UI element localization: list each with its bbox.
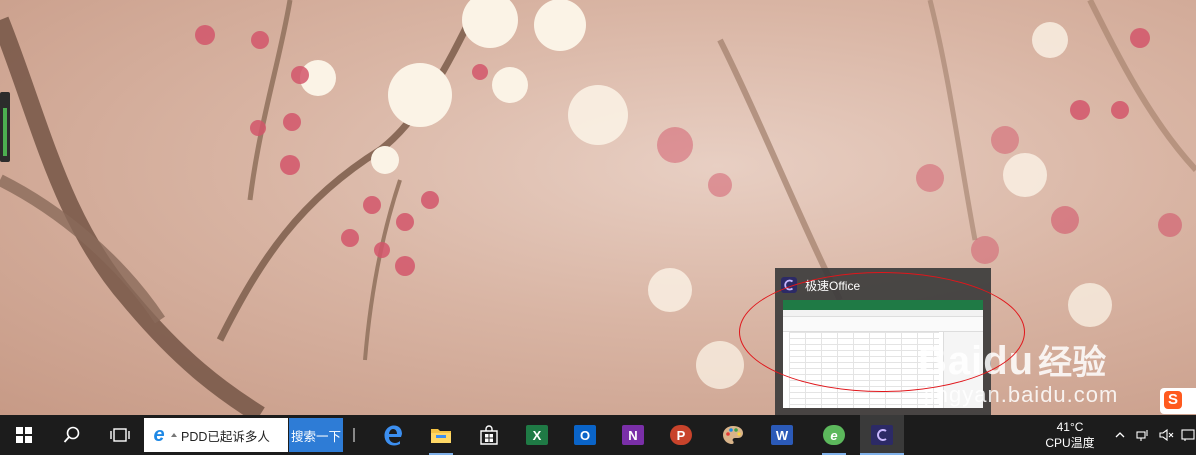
taskbar-separator xyxy=(353,428,355,442)
volume-muted-icon xyxy=(1159,428,1174,442)
outlook-icon: O xyxy=(574,425,596,445)
taskbar-app-store[interactable] xyxy=(467,415,511,455)
taskbar-app-jisu-office[interactable] xyxy=(860,415,904,455)
cpu-temperature[interactable]: 41°C CPU温度 xyxy=(1036,419,1104,451)
powerpoint-icon: P xyxy=(670,425,692,445)
start-button[interactable] xyxy=(0,415,48,455)
search-go-button[interactable]: 搜索一下 xyxy=(289,418,343,452)
taskbar-app-powerpoint[interactable]: P xyxy=(659,415,703,455)
network-icon xyxy=(1136,430,1148,441)
windows-icon xyxy=(16,427,32,443)
action-center-button[interactable] xyxy=(1180,415,1196,455)
search-bar-text[interactable]: PDD已起诉多人 xyxy=(181,426,270,445)
taskbar-app-paint[interactable] xyxy=(711,415,755,455)
onenote-icon: N xyxy=(622,425,644,445)
watermark-brand-cn: 经验 xyxy=(1038,344,1107,382)
word-icon: W xyxy=(771,425,793,445)
taskbar-app-onenote[interactable]: N xyxy=(611,415,655,455)
task-view-icon xyxy=(110,428,130,442)
excel-icon: X xyxy=(526,425,548,445)
notification-icon xyxy=(1181,429,1195,441)
task-view-button[interactable] xyxy=(96,415,144,455)
taskbar-app-browser-360[interactable]: e xyxy=(812,415,856,455)
taskbar: e PDD已起诉多人 搜索一下 X O N P W e 41°C CPU温度 xyxy=(0,415,1196,455)
annotation-ellipse-preview xyxy=(739,272,1025,392)
cpu-temperature-label: CPU温度 xyxy=(1045,436,1095,450)
taskbar-app-outlook[interactable]: O xyxy=(563,415,607,455)
browser-360-icon: e xyxy=(823,425,845,445)
taskbar-app-excel[interactable]: X xyxy=(515,415,559,455)
taskbar-app-edge[interactable] xyxy=(371,415,415,455)
edge-icon xyxy=(384,425,402,446)
jisu-office-icon xyxy=(871,425,893,445)
sogou-icon: S xyxy=(1164,391,1182,409)
ie-search-bar[interactable]: e PDD已起诉多人 xyxy=(144,418,288,452)
palette-icon xyxy=(723,426,743,444)
search-icon xyxy=(63,426,80,443)
taskbar-app-file-explorer[interactable] xyxy=(419,415,463,455)
chevron-up-icon xyxy=(1115,432,1125,438)
ie-icon: e xyxy=(153,424,165,446)
show-hidden-icons-button[interactable] xyxy=(1110,415,1130,455)
cpu-meter-bar xyxy=(3,108,7,156)
store-icon xyxy=(480,425,498,445)
sogou-ime-badge[interactable]: S xyxy=(1160,388,1196,414)
network-button[interactable] xyxy=(1132,415,1154,455)
watermark-site: jingyan.baidu.com xyxy=(924,382,1119,407)
cpu-meter-gadget xyxy=(0,92,10,162)
folder-icon xyxy=(431,429,451,443)
volume-button[interactable] xyxy=(1156,415,1178,455)
taskbar-app-word[interactable]: W xyxy=(760,415,804,455)
cpu-temperature-value: 41°C xyxy=(1056,420,1084,434)
dropdown-arrow-icon[interactable] xyxy=(171,433,177,437)
search-button[interactable] xyxy=(48,415,96,455)
